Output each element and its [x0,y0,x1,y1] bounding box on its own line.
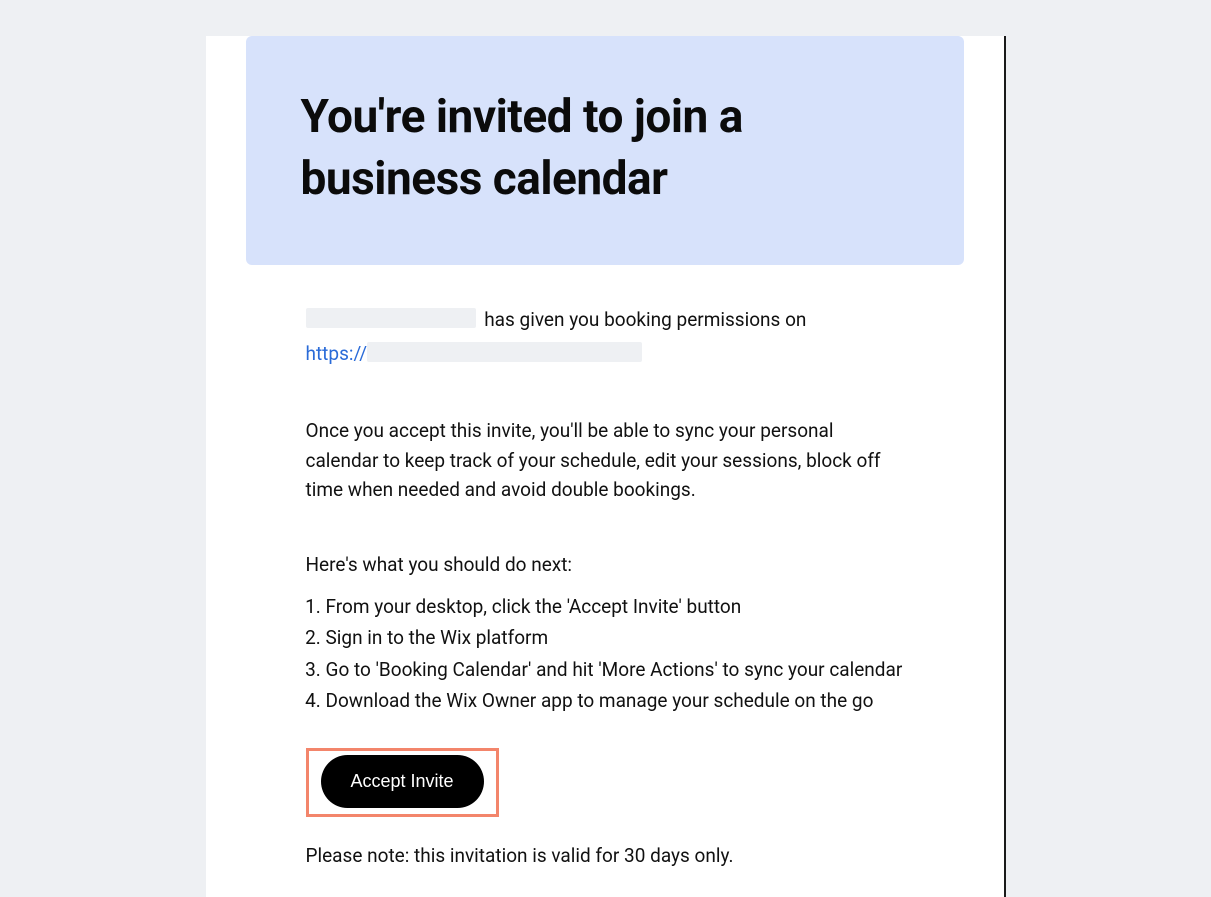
site-link-line: https:// [306,339,904,368]
intro-after-name: has given you booking permissions on [484,308,806,331]
list-item: Sign in to the Wix platform [326,623,904,652]
site-url-link[interactable]: https:// [306,342,368,365]
intro-line: has given you booking permissions on [306,305,904,334]
hero-title: You're invited to join a business calend… [301,86,909,210]
list-item: Download the Wix Owner app to manage you… [326,686,904,715]
redacted-site-url [367,342,642,362]
list-item: From your desktop, click the 'Accept Inv… [326,592,904,621]
site-url-prefix: https:// [306,342,368,365]
email-inner: You're invited to join a business calend… [206,36,1004,870]
email-card: You're invited to join a business calend… [206,36,1006,897]
hero-banner: You're invited to join a business calend… [246,36,964,265]
cta-highlight-box: Accept Invite [306,748,499,817]
steps-list: From your desktop, click the 'Accept Inv… [306,592,904,716]
list-item: Go to 'Booking Calendar' and hit 'More A… [326,655,904,684]
description-paragraph: Once you accept this invite, you'll be a… [306,416,904,504]
next-steps-lead: Here's what you should do next: [306,550,904,579]
validity-note: Please note: this invitation is valid fo… [306,841,904,870]
accept-invite-button[interactable]: Accept Invite [321,755,484,808]
email-body: has given you booking permissions on htt… [246,265,964,870]
redacted-sender-name [306,308,476,328]
